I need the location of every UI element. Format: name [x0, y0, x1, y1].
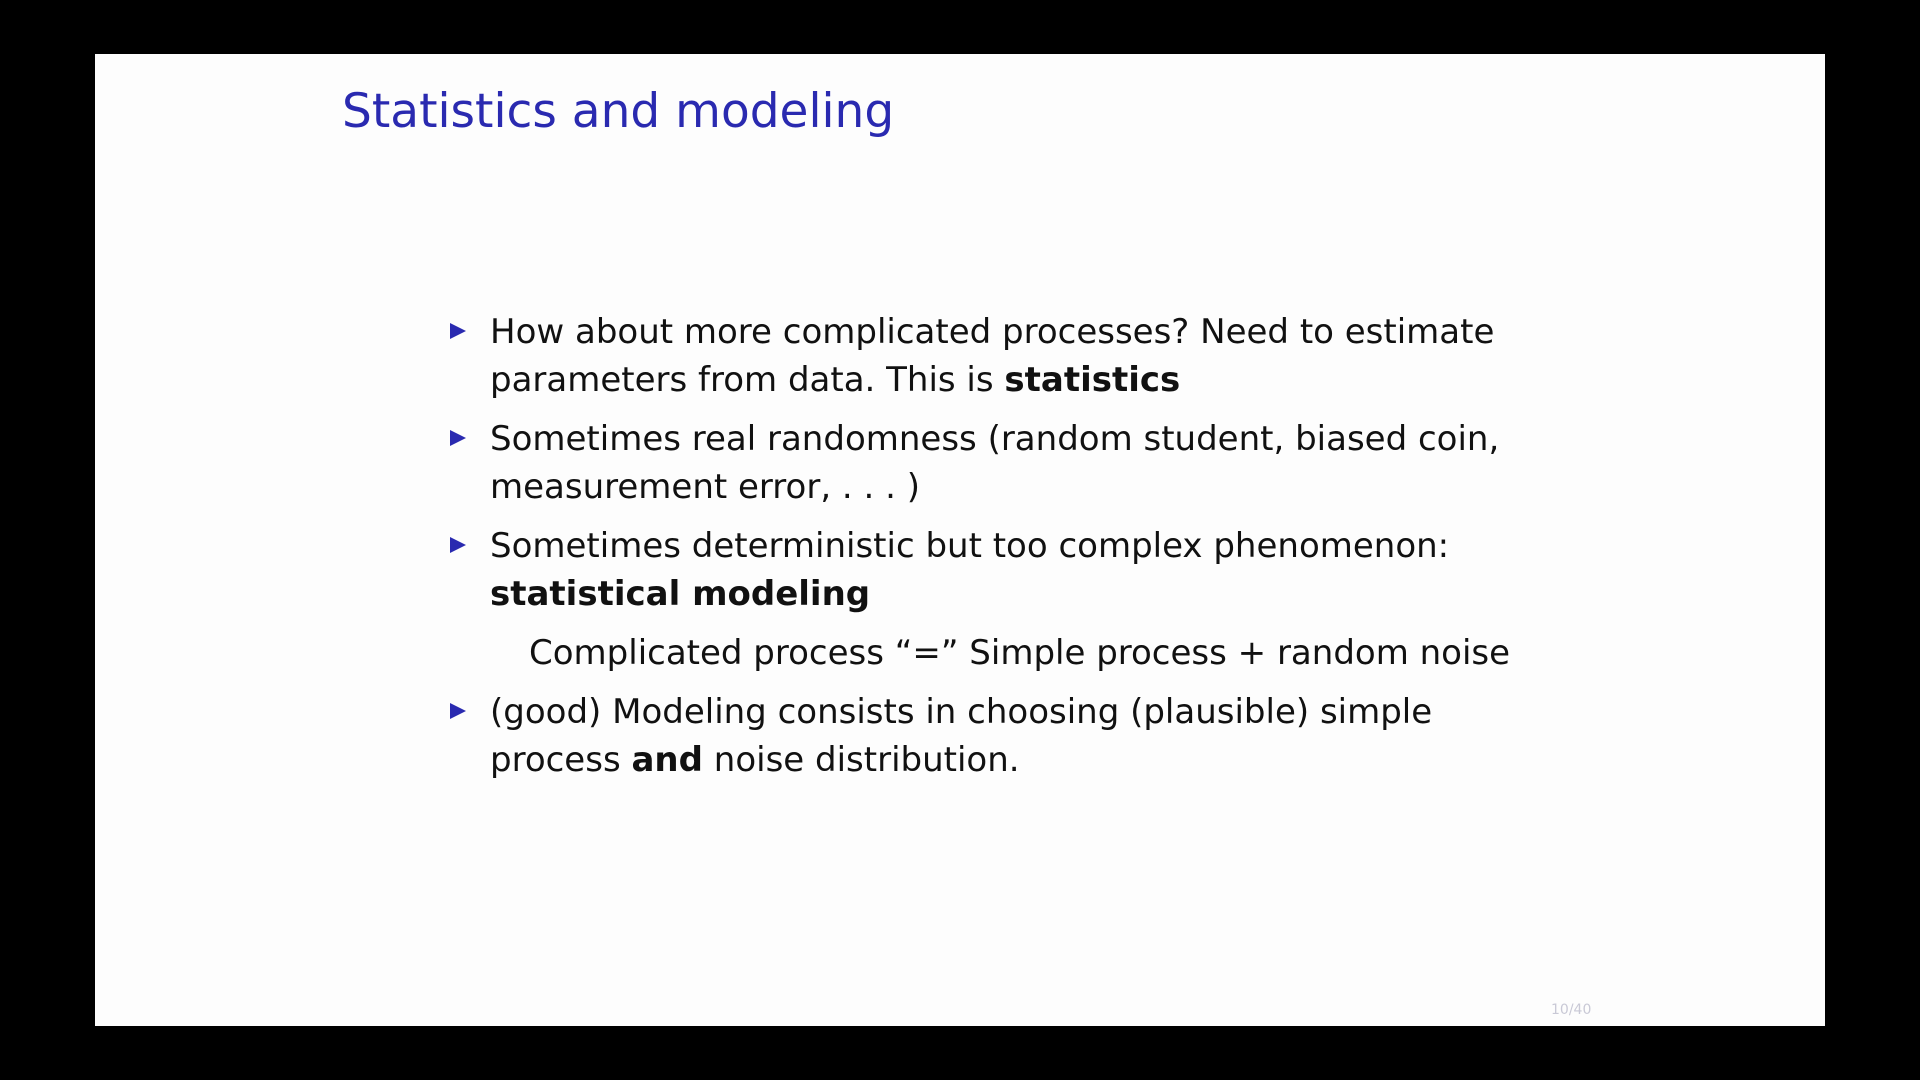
- slide-title: Statistics and modeling: [342, 84, 895, 139]
- bullet-text-after: noise distribution.: [702, 740, 1020, 780]
- page-number: 10/40: [1551, 1002, 1592, 1018]
- presentation-slide: Statistics and modeling How about more c…: [95, 54, 1825, 1026]
- equation-line: Complicated process “=” Simple process +…: [529, 633, 1511, 673]
- bullet-item-deterministic: Sometimes deterministic but too complex …: [450, 522, 1570, 618]
- bullet-bold-text: and: [631, 740, 703, 780]
- triangle-right-icon: [450, 430, 466, 446]
- bullet-list: How about more complicated processes? Ne…: [450, 308, 1570, 795]
- bullet-bold-text: statistics: [1004, 360, 1181, 400]
- bullet-bold-text: statistical modeling: [490, 574, 871, 614]
- screen: Statistics and modeling How about more c…: [0, 0, 1920, 1080]
- triangle-right-icon: [450, 323, 466, 339]
- bullet-item-randomness: Sometimes real randomness (random studen…: [450, 415, 1570, 511]
- bullet-text: Sometimes deterministic but too complex …: [490, 526, 1450, 566]
- bullet-text: Sometimes real randomness (random studen…: [490, 419, 1500, 507]
- bullet-item-statistics: How about more complicated processes? Ne…: [450, 308, 1570, 404]
- bullet-text: How about more complicated processes? Ne…: [490, 312, 1495, 400]
- bullet-item-modeling: (good) Modeling consists in choosing (pl…: [450, 688, 1570, 784]
- triangle-right-icon: [450, 537, 466, 553]
- triangle-right-icon: [450, 703, 466, 719]
